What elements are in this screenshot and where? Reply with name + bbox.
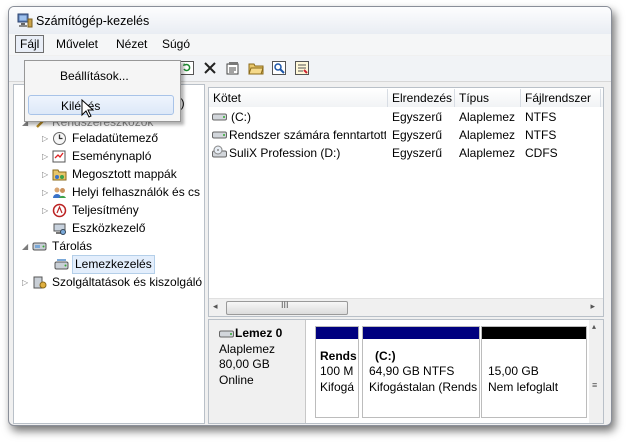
partition-bar (482, 327, 586, 339)
disk-size: 80,00 GB (219, 357, 270, 371)
partition-size: 100 M (320, 364, 354, 378)
partition-status: Kifogástalan (Rends (369, 380, 478, 394)
storage-icon (32, 239, 47, 254)
cell-type: Alaplemez (459, 128, 516, 142)
cell-type: Alaplemez (459, 146, 516, 160)
column-header-filesystem[interactable]: Fájlrendszer (521, 89, 601, 107)
services-icon (32, 275, 47, 290)
device-manager-icon (52, 221, 67, 236)
column-header-layout[interactable]: Elrendezés (388, 89, 455, 107)
refresh-icon[interactable] (179, 60, 195, 76)
scroll-grip-icon[interactable]: ≡ (592, 380, 597, 390)
users-icon (52, 185, 67, 200)
export-icon[interactable] (294, 60, 310, 76)
disk-info-panel[interactable]: Lemez 0 Alaplemez 80,00 GB Online (209, 320, 306, 423)
disk-management-icon (54, 257, 69, 272)
disk-type: Alaplemez (219, 342, 276, 356)
partition-status: Nem lefoglalt (488, 380, 559, 394)
tree-label-selected: Lemezkezelés (72, 255, 155, 274)
search-icon[interactable] (271, 60, 287, 76)
delete-icon[interactable] (202, 60, 218, 76)
shared-folder-icon (52, 167, 67, 182)
cell-volume: Rendszer számára fenntartott (229, 128, 386, 142)
column-header-type[interactable]: Típus (455, 89, 521, 107)
expand-icon[interactable]: ▷ (42, 188, 50, 197)
expand-icon[interactable]: ▷ (42, 206, 50, 215)
cell-layout: Egyszerű (392, 146, 443, 160)
cell-layout: Egyszerű (392, 110, 443, 124)
disk-icon (219, 328, 234, 343)
menu-help[interactable]: Súgó (158, 36, 194, 52)
computer-management-icon (17, 13, 33, 28)
open-icon[interactable] (248, 60, 264, 76)
disk-name: Lemez 0 (235, 326, 283, 340)
partition-unallocated[interactable]: 15,00 GB Nem lefoglalt (481, 326, 587, 418)
app-window: Számítógép-kezelés Fájl Művelet Nézet Sú… (8, 6, 612, 426)
partition-c[interactable]: (C:) 64,90 GB NTFS Kifogástalan (Rends (362, 326, 480, 418)
tree-label: Teljesítmény (72, 203, 139, 217)
cell-volume: (C:) (231, 110, 251, 124)
cell-type: Alaplemez (459, 110, 516, 124)
column-header-status[interactable]: Á (601, 89, 603, 107)
scroll-left-icon[interactable]: ◂ (213, 301, 218, 312)
partition-bar (363, 327, 479, 339)
expand-icon[interactable]: ▷ (22, 278, 30, 287)
scroll-grip: III (281, 300, 289, 310)
menu-file[interactable]: Fájl (15, 35, 45, 53)
scroll-right-icon[interactable]: ▸ (590, 301, 595, 312)
menu-bar: Fájl Művelet Nézet Súgó (9, 34, 611, 55)
navigation-tree: ◢ Rendszereszközök i) ▷ Feladatütemező ▷… (13, 84, 205, 424)
partition-system-reserved[interactable]: Rends 100 M Kifogá (315, 326, 359, 418)
clock-icon (52, 131, 67, 146)
title-bar: Számítógép-kezelés (9, 7, 611, 35)
tree-label: Megosztott mappák (72, 167, 177, 181)
vertical-scrollbar[interactable]: ▴ ≡ (589, 320, 603, 423)
menu-action[interactable]: Művelet (52, 36, 102, 52)
expand-icon[interactable]: ▷ (42, 134, 50, 143)
scroll-up-icon[interactable]: ▴ (592, 322, 596, 331)
properties-icon[interactable] (225, 60, 241, 76)
column-header-volume[interactable]: Kötet (209, 89, 388, 107)
tree-label: Eszközkezelő (72, 221, 146, 235)
disk-status: Online (219, 373, 254, 387)
cell-layout: Egyszerű (392, 128, 443, 142)
volume-list: Kötet Elrendezés Típus Fájlrendszer Á (C… (208, 87, 604, 317)
collapse-icon[interactable]: ◢ (22, 242, 30, 251)
expand-icon[interactable]: ▷ (42, 170, 50, 179)
window-title: Számítógép-kezelés (36, 14, 150, 28)
event-viewer-icon (52, 149, 67, 164)
menu-view[interactable]: Nézet (112, 36, 151, 52)
drive-icon (212, 129, 227, 144)
disk-map: Lemez 0 Alaplemez 80,00 GB Online Rends … (208, 319, 604, 424)
cell-filesystem: NTFS (525, 128, 557, 142)
mouse-cursor-icon (81, 98, 95, 122)
tree-label: Eseménynapló (72, 149, 152, 163)
scroll-thumb[interactable]: III (226, 300, 348, 315)
tree-label: Helyi felhasználók és cs (72, 185, 201, 199)
file-menu-dropdown: Beállítások... Kilépés (24, 60, 181, 122)
cell-filesystem: NTFS (525, 110, 557, 124)
tree-label: Szolgáltatások és kiszolgáló (52, 275, 203, 289)
partition-size: 64,90 GB NTFS (369, 364, 455, 378)
performance-icon (52, 203, 67, 218)
cd-drive-icon (212, 145, 227, 160)
partition-size: 15,00 GB (488, 364, 539, 378)
partition-status: Kifogá (320, 380, 355, 394)
menu-item-options[interactable]: Beállítások... (28, 66, 174, 86)
cell-filesystem: CDFS (525, 146, 558, 160)
expand-icon[interactable]: ▷ (42, 152, 50, 161)
cell-volume: SuliX Profession (D:) (229, 146, 341, 160)
horizontal-scrollbar[interactable]: ◂ III ▸ (209, 298, 603, 316)
tree-label: Tárolás (52, 239, 93, 253)
tree-label: Feladatütemező (72, 131, 159, 145)
partition-bar (316, 327, 358, 339)
partition-name: Rends (320, 349, 357, 363)
partition-name: (C:) (375, 349, 396, 363)
drive-icon (212, 111, 227, 126)
menu-item-exit[interactable]: Kilépés (28, 95, 174, 115)
